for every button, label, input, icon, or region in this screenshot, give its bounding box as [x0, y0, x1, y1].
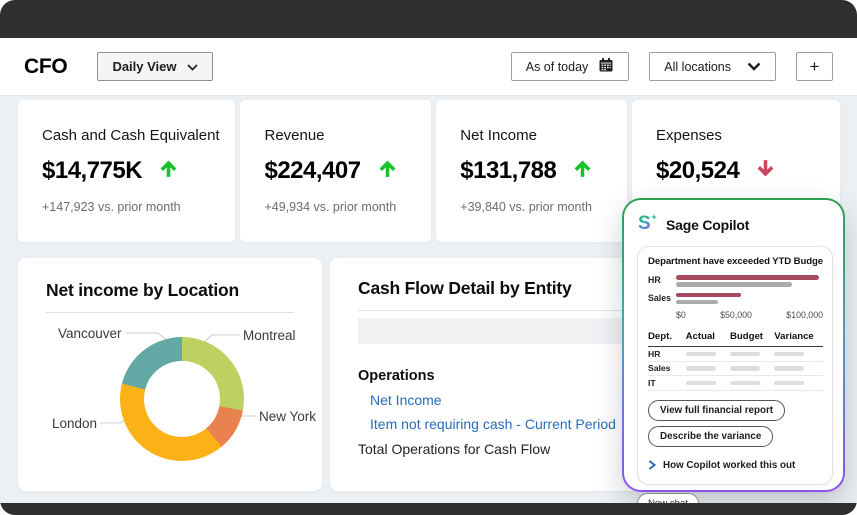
- table-row: HR: [648, 347, 823, 362]
- donut-label-new-york: New York: [259, 409, 316, 424]
- bar-category-label: HR: [648, 275, 676, 287]
- trend-up-icon: [571, 157, 594, 185]
- kpi-card-revenue[interactable]: Revenue $224,407 +49,934 vs. prior month: [240, 100, 431, 242]
- chevron-down-icon: [747, 60, 761, 74]
- kpi-value: $20,524: [656, 157, 739, 185]
- placeholder-bar: [774, 366, 804, 371]
- kpi-label: Expenses: [656, 127, 840, 144]
- x-tick: $100,000: [786, 310, 823, 320]
- table-row: Sales: [648, 362, 823, 377]
- calendar-icon: [598, 57, 614, 76]
- placeholder-bar: [730, 366, 760, 371]
- dashboard-header: CFO Daily View As of today: [0, 38, 857, 96]
- how-copilot-worked-label: How Copilot worked this out: [663, 460, 795, 471]
- kpi-label: Net Income: [460, 127, 627, 144]
- kpi-label: Revenue: [264, 127, 431, 144]
- sales-actual-bar: [676, 293, 741, 298]
- date-filter-button[interactable]: As of today: [511, 52, 630, 81]
- kpi-card-net-income[interactable]: Net Income $131,788 +39,840 vs. prior mo…: [436, 100, 627, 242]
- sales-budget-bar: [676, 300, 718, 305]
- kpi-card-cash[interactable]: Cash and Cash Equivalent $14,775K +147,9…: [18, 100, 235, 242]
- hr-budget-bar: [676, 282, 792, 287]
- kpi-value: $131,788: [460, 157, 556, 185]
- kpi-value: $224,407: [264, 157, 360, 185]
- placeholder-bar: [774, 352, 804, 357]
- bar-category-label: Sales: [648, 293, 676, 305]
- donut-ring[interactable]: [120, 337, 244, 461]
- dashboard-window: CFO Daily View As of today: [0, 0, 857, 515]
- placeholder-bar: [686, 366, 716, 371]
- net-income-by-location-card: Net income by Location Vancouver Montrea…: [18, 258, 322, 491]
- location-filter-label: All locations: [664, 60, 731, 74]
- copilot-insight-card: Department have exceeded YTD Budget HR S…: [637, 246, 833, 485]
- kpi-delta: +147,923 vs. prior month: [42, 200, 235, 214]
- table-header: Dept.: [648, 331, 686, 342]
- row-label: Sales: [648, 363, 686, 373]
- chevron-right-icon: [648, 457, 656, 475]
- kpi-delta: +39,840 vs. prior month: [460, 200, 627, 214]
- bar-row-hr: HR: [648, 275, 823, 287]
- chevron-down-icon: [187, 59, 198, 74]
- table-header: Variance: [774, 331, 823, 342]
- placeholder-bar: [730, 352, 760, 357]
- describe-variance-button[interactable]: Describe the variance: [648, 426, 773, 447]
- row-label: HR: [648, 349, 686, 359]
- sage-copilot-panel: S Sage Copilot Department have exceeded …: [622, 198, 845, 492]
- bar-row-sales: Sales: [648, 293, 823, 305]
- kpi-value: $14,775K: [42, 157, 142, 185]
- kpi-label: Cash and Cash Equivalent: [42, 127, 235, 144]
- donut-chart: Vancouver Montreal London New York: [46, 313, 294, 483]
- kpi-delta: +49,934 vs. prior month: [264, 200, 431, 214]
- insight-chart-title: Department have exceeded YTD Budget: [648, 256, 823, 267]
- add-widget-button[interactable]: +: [796, 52, 833, 81]
- donut-label-montreal: Montreal: [243, 328, 296, 343]
- placeholder-bar: [686, 381, 716, 386]
- hr-actual-bar: [676, 275, 819, 280]
- how-copilot-worked-link[interactable]: How Copilot worked this out: [648, 457, 823, 475]
- table-row: IT: [648, 376, 823, 391]
- placeholder-bar: [730, 381, 760, 386]
- card-title: Net income by Location: [46, 280, 294, 301]
- placeholder-bar: [686, 352, 716, 357]
- donut-label-vancouver: Vancouver: [58, 326, 122, 341]
- window-chrome-top: [0, 0, 857, 38]
- table-header: Budget: [730, 331, 774, 342]
- sage-copilot-logo-icon: S: [637, 211, 659, 238]
- view-selector-label: Daily View: [112, 59, 176, 74]
- x-tick: $0: [676, 310, 686, 320]
- x-tick: $50,000: [720, 310, 752, 320]
- bar-chart-x-axis: $0 $50,000 $100,000: [676, 310, 823, 320]
- page-title: CFO: [24, 55, 67, 79]
- plus-icon: +: [810, 57, 820, 77]
- trend-up-icon: [376, 157, 399, 185]
- view-selector-dropdown[interactable]: Daily View: [97, 52, 212, 81]
- copilot-title: Sage Copilot: [666, 217, 749, 233]
- location-filter-dropdown[interactable]: All locations: [649, 52, 776, 81]
- variance-table: Dept. Actual Budget Variance HR Sales: [648, 331, 823, 391]
- date-filter-label: As of today: [526, 60, 589, 74]
- view-full-report-button[interactable]: View full financial report: [648, 400, 785, 421]
- svg-text:S: S: [638, 213, 651, 233]
- window-chrome-bottom: [0, 503, 857, 515]
- donut-label-london: London: [52, 416, 97, 431]
- trend-down-icon: [754, 157, 777, 185]
- row-label: IT: [648, 378, 686, 388]
- placeholder-bar: [774, 381, 804, 386]
- trend-up-icon: [157, 157, 180, 185]
- table-header: Actual: [686, 331, 730, 342]
